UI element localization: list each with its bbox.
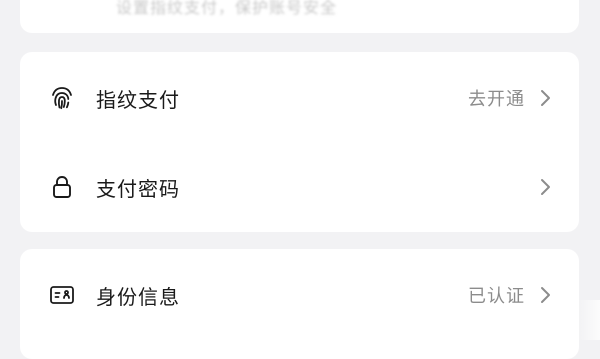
- identity-card: 身份信息 已认证: [20, 249, 579, 359]
- fingerprint-payment-status: 去开通: [468, 89, 525, 110]
- fingerprint-icon: [48, 84, 76, 112]
- chevron-right-icon: [537, 177, 553, 197]
- fingerprint-payment-label: 指纹支付: [96, 87, 180, 112]
- payment-password-row[interactable]: 支付密码: [20, 157, 579, 217]
- payment-password-label: 支付密码: [96, 176, 180, 201]
- top-card: 设置指纹支付，保护账号安全: [20, 0, 579, 33]
- fingerprint-payment-row[interactable]: 指纹支付 去开通: [20, 68, 579, 128]
- security-settings-card: 指纹支付 去开通 支付密码: [20, 52, 579, 232]
- identity-verification-status: 已认证: [468, 286, 525, 307]
- lock-icon: [48, 173, 76, 201]
- top-card-faded-text: 设置指纹支付，保护账号安全: [116, 0, 338, 17]
- edge-glare: [578, 300, 600, 340]
- id-card-icon: [48, 281, 76, 309]
- chevron-right-icon: [537, 88, 553, 108]
- identity-info-label: 身份信息: [96, 284, 180, 309]
- chevron-right-icon: [537, 285, 553, 305]
- identity-info-row[interactable]: 身份信息 已认证: [20, 265, 579, 325]
